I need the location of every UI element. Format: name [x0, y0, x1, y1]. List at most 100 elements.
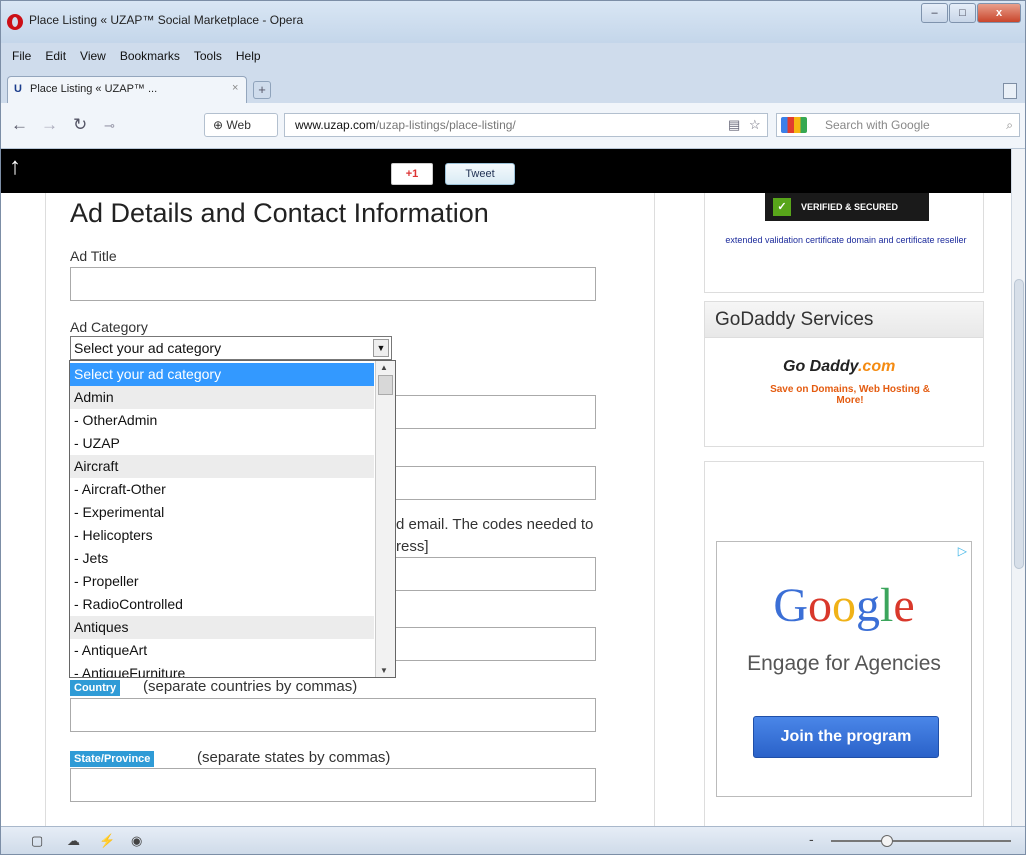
- google-plus-button[interactable]: +1: [391, 163, 433, 185]
- instruction-text: ress]: [396, 538, 429, 555]
- dropdown-option[interactable]: - Experimental: [70, 501, 374, 524]
- back-arrow-icon[interactable]: ←: [11, 115, 28, 135]
- panel-toggle-icon[interactable]: ▢: [31, 833, 43, 849]
- tab-place-listing[interactable]: U Place Listing « UZAP™ ... ×: [7, 76, 247, 103]
- forward-arrow-icon[interactable]: →: [41, 115, 58, 135]
- page-icon[interactable]: ▤: [728, 117, 740, 133]
- hidden-field-input[interactable]: [395, 395, 596, 429]
- dropdown-scroll-thumb[interactable]: [378, 375, 393, 395]
- google-logo-letter: e: [893, 579, 915, 632]
- search-engine-icon[interactable]: [781, 117, 807, 133]
- hidden-field-input[interactable]: [395, 466, 596, 500]
- turbo-icon[interactable]: ⚡: [99, 833, 115, 849]
- dropdown-option[interactable]: - Helicopters: [70, 524, 374, 547]
- search-input[interactable]: Search with Google ⌕: [776, 113, 1020, 137]
- dropdown-scrollbar[interactable]: ▲ ▼: [375, 361, 395, 677]
- web-security-button[interactable]: ⊕ Web: [204, 113, 278, 137]
- key-icon[interactable]: ⊸: [104, 118, 115, 134]
- select-value: Select your ad category: [74, 340, 222, 356]
- zoom-slider[interactable]: [831, 835, 1011, 847]
- web-label: Web: [226, 118, 251, 132]
- verified-badge[interactable]: ✓ VERIFIED & SECURED: [765, 193, 929, 221]
- share-bar: ↑ +1 Tweet: [1, 149, 1011, 193]
- godaddy-tagline[interactable]: Save on Domains, Web Hosting & More!: [765, 384, 935, 406]
- page-title: Ad Details and Contact Information: [70, 198, 489, 228]
- verified-link[interactable]: extended validation certificate domain a…: [723, 229, 969, 251]
- dropdown-option[interactable]: - UZAP: [70, 432, 374, 455]
- ad-category-select[interactable]: Select your ad category ▼: [70, 336, 392, 360]
- minimize-button[interactable]: –: [921, 3, 948, 23]
- state-province-input[interactable]: [70, 768, 596, 802]
- menu-edit[interactable]: Edit: [38, 49, 73, 63]
- search-placeholder: Search with Google: [825, 118, 930, 132]
- uzap-favicon-icon: U: [14, 83, 22, 95]
- tab-menu-icon[interactable]: [1003, 83, 1017, 99]
- ad-title-label: Ad Title: [70, 248, 117, 264]
- dropdown-option[interactable]: - AntiqueFurniture: [70, 662, 374, 677]
- scroll-down-icon[interactable]: ▼: [380, 666, 388, 675]
- reload-icon[interactable]: ↻: [73, 115, 87, 135]
- new-tab-button[interactable]: +: [253, 81, 271, 99]
- menu-file[interactable]: File: [5, 49, 38, 63]
- address-toolbar: ← → ↻ ⊸ ⊕ Web www.uzap.com/uzap-listings…: [1, 103, 1025, 149]
- dropdown-group-label: Antiques: [70, 616, 374, 639]
- join-program-button[interactable]: Join the program: [753, 716, 939, 758]
- dropdown-option[interactable]: - AntiqueArt: [70, 639, 374, 662]
- globe-icon: ⊕: [213, 118, 224, 132]
- status-bar: ▢ ☁ ⚡ ◉ -: [1, 826, 1025, 854]
- dropdown-group-label: Aircraft: [70, 455, 374, 478]
- dropdown-option[interactable]: - Propeller: [70, 570, 374, 593]
- dropdown-option[interactable]: - RadioControlled: [70, 593, 374, 616]
- search-icon[interactable]: ⌕: [1006, 114, 1013, 136]
- ad-title-input[interactable]: [70, 267, 596, 301]
- title-bar: Place Listing « UZAP™ Social Marketplace…: [1, 1, 1025, 43]
- godaddy-logo-suffix: .com: [857, 358, 896, 375]
- dropdown-option[interactable]: Select your ad category: [70, 363, 374, 386]
- state-province-tag: State/Province: [70, 751, 155, 767]
- google-logo-letter: l: [880, 579, 894, 632]
- verified-secured-box: ✓ VERIFIED & SECURED extended validation…: [704, 193, 984, 293]
- url-path: /uzap-listings/place-listing/: [375, 118, 516, 132]
- window-controls: – □ x: [921, 3, 1021, 23]
- tweet-button[interactable]: Tweet: [445, 163, 515, 185]
- menu-bookmarks[interactable]: Bookmarks: [113, 49, 187, 63]
- close-button[interactable]: x: [977, 3, 1021, 23]
- speed-dial-icon[interactable]: ◉: [131, 833, 142, 849]
- google-logo-letter: o: [832, 579, 856, 632]
- tab-close-icon[interactable]: ×: [232, 82, 238, 94]
- hidden-field-input[interactable]: [395, 627, 596, 661]
- hidden-field-input[interactable]: [395, 557, 596, 591]
- zoom-out-icon[interactable]: -: [809, 831, 814, 847]
- menu-help[interactable]: Help: [229, 49, 268, 63]
- google-logo-letter: o: [808, 579, 832, 632]
- country-input[interactable]: [70, 698, 596, 732]
- menu-view[interactable]: View: [73, 49, 113, 63]
- address-bar[interactable]: www.uzap.com/uzap-listings/place-listing…: [284, 113, 768, 137]
- dropdown-option[interactable]: - OtherAdmin: [70, 409, 374, 432]
- dropdown-option[interactable]: - Jets: [70, 547, 374, 570]
- maximize-button[interactable]: □: [949, 3, 976, 23]
- ad-category-dropdown[interactable]: Select your ad category Admin - OtherAdmin…: [69, 360, 396, 678]
- google-logo-letter: g: [856, 579, 880, 632]
- godaddy-logo[interactable]: Go Daddy.com: [783, 358, 895, 376]
- check-shield-icon: ✓: [773, 198, 791, 216]
- dropdown-option[interactable]: - Aircraft-Other: [70, 478, 374, 501]
- adchoices-icon[interactable]: ▷: [958, 544, 967, 558]
- scroll-top-arrow-icon[interactable]: ↑: [9, 153, 21, 181]
- chevron-down-icon[interactable]: ▼: [373, 339, 389, 357]
- unite-cloud-icon[interactable]: ☁: [67, 833, 80, 849]
- page-scroll-thumb[interactable]: [1014, 279, 1024, 569]
- menu-tools[interactable]: Tools: [187, 49, 229, 63]
- window-title: Place Listing « UZAP™ Social Marketplace…: [29, 13, 304, 27]
- godaddy-services-box: GoDaddy Services Go Daddy.com Save on Do…: [704, 301, 984, 447]
- zoom-slider-thumb[interactable]: [881, 835, 893, 847]
- menu-bar: File Edit View Bookmarks Tools Help: [1, 43, 1025, 69]
- tab-label: Place Listing « UZAP™ ...: [30, 83, 158, 95]
- godaddy-logo-text: Go Daddy: [783, 358, 858, 375]
- google-logo-letter: G: [773, 579, 808, 632]
- scroll-up-icon[interactable]: ▲: [380, 363, 388, 372]
- page-scrollbar[interactable]: [1011, 149, 1025, 826]
- country-note: (separate countries by commas): [143, 678, 358, 695]
- google-ad[interactable]: ▷ Google Engage for Agencies Join the pr…: [716, 541, 972, 797]
- bookmark-star-icon[interactable]: ☆: [749, 117, 761, 133]
